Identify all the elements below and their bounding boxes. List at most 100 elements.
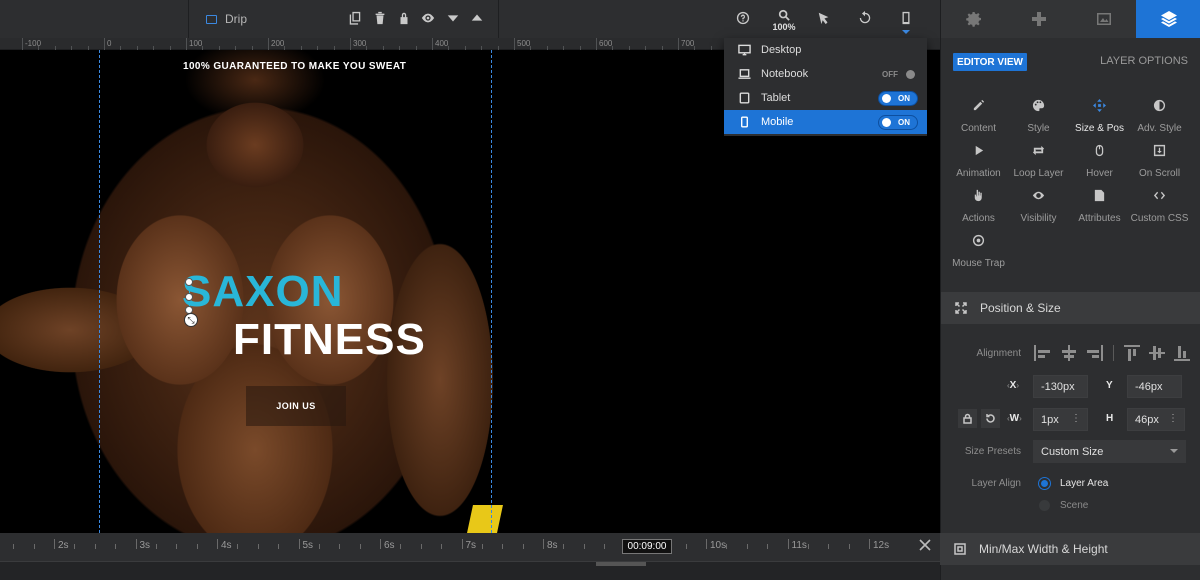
device-option-label: Desktop [761, 44, 802, 56]
resize-icon [954, 543, 966, 555]
tool-size-pos[interactable]: Size & Pos [1067, 95, 1132, 139]
tool-mouse-trap[interactable]: Mouse Trap [946, 230, 1011, 274]
lock-icon [963, 413, 972, 424]
device-option-notebook[interactable]: Notebook OFF [724, 62, 927, 86]
notebook-toggle[interactable]: OFF [878, 67, 918, 82]
device-option-label: Tablet [761, 92, 791, 104]
tool-visibility[interactable]: Visibility [1006, 185, 1071, 229]
device-option-tablet[interactable]: Tablet ON [724, 86, 927, 110]
tab-settings[interactable] [941, 0, 1006, 38]
mobile-toggle[interactable]: ON [878, 115, 918, 130]
width-input[interactable]: 1px ⋮ [1033, 408, 1088, 431]
undo-icon[interactable] [857, 10, 873, 26]
alignment-label: Alignment [976, 348, 1021, 359]
size-presets-select[interactable]: Custom Size [1033, 440, 1186, 463]
h-axis-label: H [1106, 413, 1114, 424]
size-presets-label: Size Presets [964, 446, 1021, 457]
tablet-toggle[interactable]: ON [878, 91, 918, 106]
width-value: 1px [1041, 413, 1059, 426]
tool-label: Loop Layer [1013, 168, 1064, 179]
timeline-minor-tick [176, 544, 178, 549]
tool-actions[interactable]: Actions [946, 185, 1011, 229]
move-down-icon[interactable] [445, 10, 461, 26]
height-input[interactable]: 46px ⋮ [1127, 408, 1185, 431]
join-us-button[interactable]: JOIN US [246, 386, 346, 426]
tool-loop-layer[interactable]: Loop Layer [1006, 140, 1071, 184]
x-position-input[interactable]: -130px [1033, 375, 1088, 398]
ruler-label: 600 [599, 39, 613, 48]
tool-adv-style[interactable]: Adv. Style [1127, 95, 1192, 139]
align-middle-icon[interactable] [1149, 345, 1168, 361]
layer-options-button[interactable]: LAYER OPTIONS [1100, 55, 1188, 67]
timeline-minor-tick [94, 544, 96, 549]
move-up-icon[interactable] [469, 10, 485, 26]
help-icon[interactable] [735, 10, 751, 26]
zoom-button[interactable]: 100% [771, 9, 797, 32]
move-icon [1093, 99, 1106, 112]
section-title: Position & Size [980, 301, 1061, 315]
scene-radio[interactable] [1039, 500, 1050, 511]
align-top-icon[interactable] [1124, 345, 1143, 361]
tool-custom-css[interactable]: Custom CSS [1127, 185, 1192, 229]
zoom-level: 100% [772, 22, 796, 32]
playhead-marker[interactable] [596, 562, 646, 566]
tab-layers[interactable] [1136, 0, 1200, 38]
eye-icon[interactable] [420, 10, 436, 26]
tab-navigation[interactable] [1006, 0, 1071, 38]
duplicate-icon[interactable] [347, 10, 363, 26]
tool-label: Content [960, 123, 997, 134]
resize-handle[interactable] [185, 278, 193, 286]
height-more-icon[interactable]: ⋮ [1168, 413, 1178, 424]
close-timeline-icon[interactable] [918, 538, 932, 552]
current-time-display: 00:09:00 [622, 539, 672, 554]
tool-on-scroll[interactable]: On Scroll [1127, 140, 1192, 184]
hero-title-line1[interactable]: SAXON [182, 270, 343, 314]
timeline-track[interactable] [0, 561, 940, 580]
grid-guide-right [491, 50, 492, 533]
selected-layer[interactable]: Drip [206, 11, 247, 27]
image-icon [1096, 13, 1111, 25]
tool-content[interactable]: Content [946, 95, 1011, 139]
ruler-label: 0 [107, 39, 112, 48]
timeline-minor-tick [278, 544, 280, 549]
device-option-mobile[interactable]: Mobile ON [724, 110, 927, 134]
lock-ratio-button[interactable] [958, 409, 977, 428]
align-left-icon[interactable] [1034, 345, 1053, 361]
reset-size-button[interactable] [981, 409, 1000, 428]
layer-area-radio[interactable] [1039, 478, 1050, 489]
position-size-header[interactable]: Position & Size [941, 292, 1200, 324]
tool-hover[interactable]: Hover [1067, 140, 1132, 184]
timeline-label: 2s [58, 540, 69, 551]
scroll-icon [1153, 144, 1166, 157]
editor-view-button[interactable]: EDITOR VIEW [953, 53, 1027, 71]
timeline-minor-tick [767, 544, 769, 549]
device-option-desktop[interactable]: Desktop [724, 38, 927, 62]
minmax-header[interactable]: Min/Max Width & Height [940, 533, 1200, 565]
align-center-icon[interactable] [1059, 345, 1078, 361]
height-value: 46px [1135, 413, 1159, 426]
rotate-handle-icon[interactable]: ⤡ [184, 313, 198, 327]
tab-media[interactable] [1071, 0, 1136, 38]
timeline-label: 3s [139, 540, 151, 551]
width-more-icon[interactable]: ⋮ [1071, 413, 1081, 424]
y-position-input[interactable]: -46px [1127, 375, 1182, 398]
hero-title-line2[interactable]: FITNESS [233, 318, 426, 362]
target-icon [972, 234, 985, 247]
cursor-icon[interactable] [816, 10, 832, 26]
mobile-device-icon[interactable] [898, 10, 914, 26]
hero-tagline[interactable]: 100% GUARANTEED TO MAKE YOU SWEAT [183, 61, 406, 72]
toolbar-divider [188, 0, 189, 38]
timeline-ruler[interactable]: 2s 3s 4s 5s 6s 7s 8s 10s 11s 12s [0, 533, 940, 561]
tool-label: Custom CSS [1130, 213, 1189, 224]
lock-icon[interactable] [396, 10, 412, 26]
tool-animation[interactable]: Animation [946, 140, 1011, 184]
shorts-detail [467, 505, 503, 533]
delete-icon[interactable] [372, 10, 388, 26]
mobile-icon [737, 116, 751, 128]
resize-handle[interactable] [185, 293, 193, 301]
tool-attributes[interactable]: Attributes [1067, 185, 1132, 229]
tool-style[interactable]: Style [1006, 95, 1071, 139]
ruler-label: 100 [189, 39, 203, 48]
align-bottom-icon[interactable] [1174, 345, 1193, 361]
align-right-icon[interactable] [1084, 345, 1103, 361]
